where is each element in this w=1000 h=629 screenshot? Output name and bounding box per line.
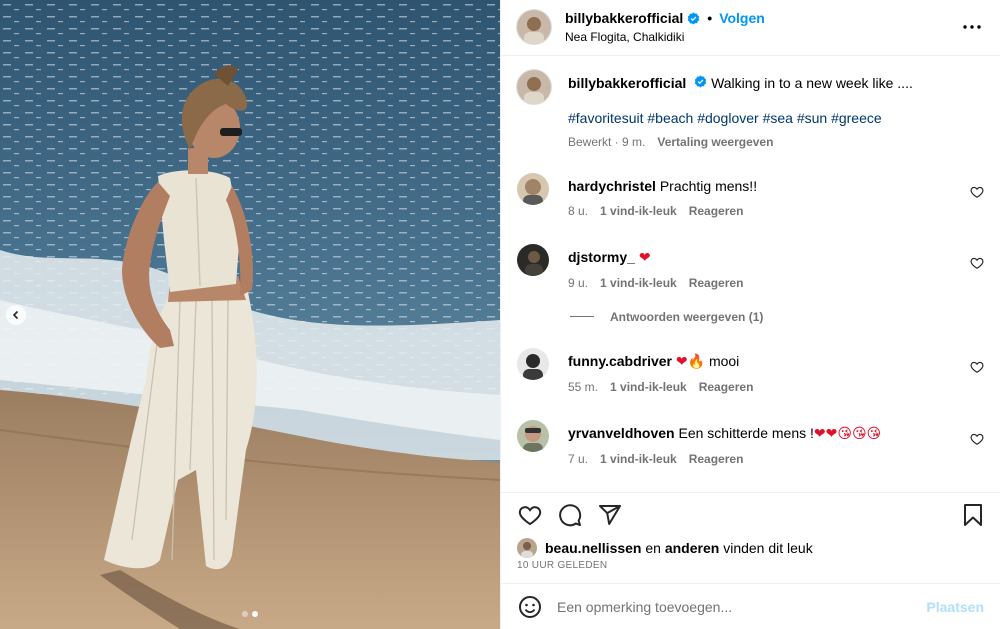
comment-bubble-icon [559, 504, 582, 527]
comment-time[interactable]: 9 u. [568, 276, 588, 290]
comment-username[interactable]: yrvanveldhoven [568, 425, 675, 441]
likes-summary: beau.nellissen en anderen vinden dit leu… [501, 537, 1000, 559]
commenter-avatar[interactable] [517, 419, 549, 452]
comment-button[interactable] [557, 502, 583, 528]
comments-list: billybakkerofficial Walking in to a new … [501, 56, 1000, 492]
follow-button[interactable]: Volgen [719, 10, 765, 26]
post-dialog: billybakkerofficial • Volgen Nea Flogita… [0, 0, 1000, 629]
author-avatar[interactable] [517, 10, 551, 45]
comment-emoji: ❤❤😘😘😘 [813, 425, 882, 442]
comment-username[interactable]: hardychristel [568, 178, 656, 194]
heart-icon[interactable] [970, 432, 984, 446]
action-bar [501, 491, 1000, 538]
save-button[interactable] [960, 502, 986, 528]
header-text: billybakkerofficial • Volgen Nea Flogita… [565, 10, 960, 44]
comment-time[interactable]: 7 u. [568, 452, 588, 466]
post-comment-button[interactable]: Plaatsen [926, 599, 984, 615]
comment-likes[interactable]: 1 vind-ik-leuk [610, 380, 687, 394]
caption-time[interactable]: · 9 m. [615, 135, 646, 149]
liker-avatar[interactable] [517, 538, 537, 559]
reply-button[interactable]: Reageren [689, 276, 744, 290]
post-side-panel: billybakkerofficial • Volgen Nea Flogita… [500, 0, 1000, 629]
liker-username[interactable]: beau.nellissen [545, 540, 641, 556]
verified-badge-icon [694, 75, 707, 88]
more-horizontal-icon [963, 25, 981, 29]
post-photo[interactable] [0, 0, 500, 629]
post-header: billybakkerofficial • Volgen Nea Flogita… [501, 0, 1000, 56]
author-username[interactable]: billybakkerofficial [565, 10, 683, 26]
translate-link[interactable]: Vertaling weergeven [657, 135, 773, 149]
caption-username[interactable]: billybakkerofficial [568, 75, 686, 91]
caption-text: Walking in to a new week like .... [711, 74, 913, 91]
location-link[interactable]: Nea Flogita, Chalkidiki [565, 30, 960, 44]
reply-button[interactable]: Reageren [699, 380, 754, 394]
comment-emoji: ❤🔥 [675, 353, 706, 370]
view-replies-label: Antwoorden weergeven (1) [610, 309, 764, 324]
heart-icon[interactable] [970, 256, 984, 270]
replies-divider [570, 316, 594, 318]
commenter-avatar[interactable] [517, 347, 549, 380]
add-comment-bar: Plaatsen [501, 583, 1000, 629]
comment-likes[interactable]: 1 vind-ik-leuk [600, 204, 677, 218]
emoji-button[interactable] [517, 594, 543, 620]
comment-item: djstormy_ ❤ 9 u. 1 vind-ik-leuk Reageren [517, 243, 984, 290]
carousel-dots [0, 611, 500, 617]
likes-and: en [641, 540, 665, 557]
comment-time[interactable]: 55 m. [568, 380, 598, 394]
carousel-dot-active [252, 611, 258, 617]
verified-badge-icon [687, 12, 700, 25]
caption-avatar[interactable] [517, 69, 551, 104]
comment-item: hardychristel Prachtig mens!! 8 u. 1 vin… [517, 172, 984, 218]
share-button[interactable] [597, 502, 623, 528]
likes-others-link[interactable]: anderen [665, 540, 719, 556]
beach-photo [0, 0, 500, 629]
smiley-icon [519, 595, 541, 618]
comment-likes[interactable]: 1 vind-ik-leuk [600, 276, 677, 290]
view-replies-button[interactable]: Antwoorden weergeven (1) [570, 310, 984, 324]
carousel-prev-button[interactable] [6, 305, 26, 325]
caption: billybakkerofficial Walking in to a new … [517, 69, 984, 149]
commenter-avatar[interactable] [517, 172, 549, 205]
comment-likes[interactable]: 1 vind-ik-leuk [600, 452, 677, 466]
reply-button[interactable]: Reageren [689, 452, 744, 466]
like-button[interactable] [517, 502, 543, 528]
comment-text: ❤ [638, 249, 651, 266]
post-timestamp[interactable]: 10 UUR GELEDEN [501, 560, 1000, 584]
bookmark-icon [964, 503, 982, 526]
more-options-button[interactable] [960, 15, 984, 39]
comment-username[interactable]: funny.cabdriver [568, 353, 672, 369]
paper-plane-icon [599, 504, 621, 525]
reply-button[interactable]: Reageren [689, 204, 744, 218]
comment-item: yrvanveldhoven Een schitterde mens !❤❤😘😘… [517, 419, 984, 466]
heart-icon[interactable] [970, 185, 984, 199]
heart-icon[interactable] [970, 360, 984, 374]
edited-label: Bewerkt [568, 134, 612, 149]
separator-dot: • [707, 10, 713, 27]
comment-time[interactable]: 8 u. [568, 204, 588, 218]
likes-suffix: vinden dit leuk [719, 540, 813, 557]
comment-text: mooi [705, 352, 740, 369]
comment-item: funny.cabdriver ❤🔥 mooi 55 m. 1 vind-ik-… [517, 347, 984, 394]
commenter-avatar[interactable] [517, 243, 549, 276]
heart-icon [518, 506, 542, 526]
comment-input[interactable] [557, 598, 927, 615]
caption-hashtags[interactable]: #favoritesuit #beach #doglover #sea #sun… [568, 110, 984, 126]
chevron-left-icon [12, 310, 19, 320]
comment-username[interactable]: djstormy_ [568, 249, 635, 265]
comment-text: Prachtig mens!! [659, 177, 758, 194]
comment-text: Een schitterde mens ! [678, 424, 814, 441]
carousel-dot [242, 611, 248, 617]
